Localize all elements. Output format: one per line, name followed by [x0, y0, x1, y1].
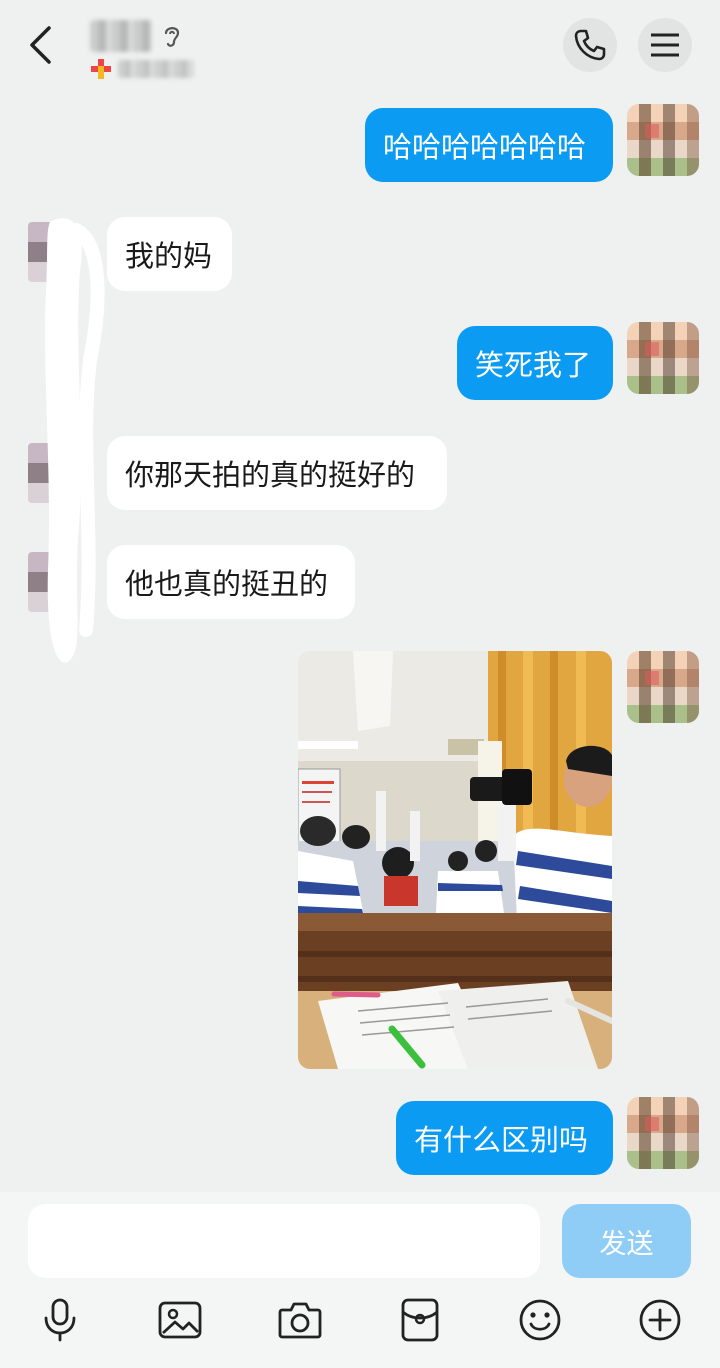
ear-icon: [164, 27, 180, 47]
message-text: 有什么区别吗: [414, 1123, 589, 1157]
camera-icon: [278, 1302, 322, 1339]
emoji-button[interactable]: [518, 1298, 562, 1342]
message-bubble-incoming[interactable]: 你那天拍的真的挺好的: [107, 436, 447, 510]
message-bubble-outgoing[interactable]: 哈哈哈哈哈哈哈: [365, 108, 613, 182]
voice-input-button[interactable]: [38, 1298, 82, 1342]
red-packet-button[interactable]: [398, 1298, 442, 1342]
message-bubble-outgoing[interactable]: 笑死我了: [457, 326, 613, 400]
chat-header: [0, 0, 720, 92]
online-status-redacted: [118, 60, 194, 78]
shared-photo[interactable]: [298, 651, 612, 1069]
message-bubble-outgoing[interactable]: 有什么区别吗: [396, 1101, 613, 1175]
redaction-scribble: [45, 218, 105, 663]
message-text: 笑死我了: [475, 348, 592, 382]
voice-call-button[interactable]: [563, 18, 617, 72]
message-text: 我的妈: [125, 239, 213, 273]
my-avatar[interactable]: [627, 322, 699, 394]
status-flower-icon: [91, 59, 111, 79]
microphone-icon: [44, 1298, 76, 1342]
send-button[interactable]: 发送: [562, 1204, 691, 1278]
contact-name-redacted[interactable]: [90, 20, 152, 52]
message-bubble-incoming[interactable]: 我的妈: [107, 217, 232, 291]
menu-button[interactable]: [638, 18, 692, 72]
my-avatar[interactable]: [627, 104, 699, 176]
chevron-left-icon: [30, 26, 51, 64]
back-button[interactable]: [22, 24, 58, 66]
emoji-icon: [519, 1299, 561, 1341]
camera-button[interactable]: [278, 1298, 322, 1342]
message-bubble-incoming[interactable]: 他也真的挺丑的: [107, 545, 355, 619]
message-input[interactable]: [28, 1204, 540, 1278]
my-avatar[interactable]: [627, 651, 699, 723]
classroom-photo-image: [298, 651, 612, 1069]
image-icon: [158, 1301, 202, 1339]
more-actions-button[interactable]: [638, 1298, 682, 1342]
composer-bar: 发送: [0, 1192, 720, 1368]
phone-icon: [574, 29, 606, 61]
message-text: 哈哈哈哈哈哈哈: [383, 130, 587, 164]
send-button-label: 发送: [599, 1228, 654, 1260]
message-text: 你那天拍的真的挺好的: [125, 458, 416, 492]
my-avatar[interactable]: [627, 1097, 699, 1169]
hamburger-menu-icon: [651, 33, 679, 57]
message-text: 他也真的挺丑的: [125, 567, 329, 601]
photo-album-button[interactable]: [158, 1298, 202, 1342]
red-packet-icon: [401, 1298, 439, 1342]
plus-icon: [639, 1299, 681, 1341]
